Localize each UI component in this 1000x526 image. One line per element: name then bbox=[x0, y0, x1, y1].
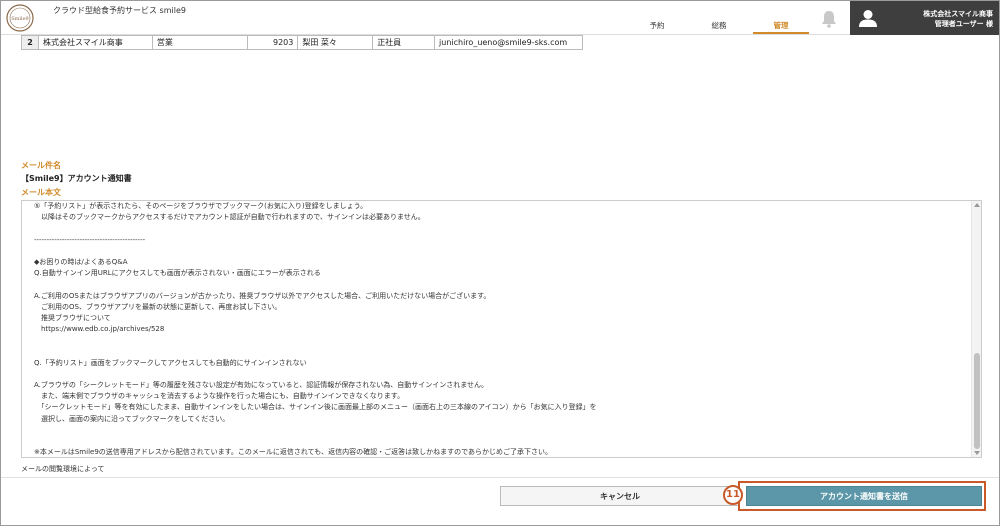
scrollbar[interactable] bbox=[971, 201, 981, 457]
app-title: クラウド型給食予約サービス smile9 bbox=[53, 6, 186, 15]
user-name: 管理者ユーザー 様 bbox=[934, 20, 993, 28]
mail-body-line bbox=[34, 279, 964, 290]
step-badge: 11 bbox=[723, 485, 743, 505]
tab-general-affairs[interactable]: 総務 bbox=[704, 20, 734, 34]
recipient-table: 2 株式会社スマイル商事 営業 9203 梨田 菜々 正社員 junichiro… bbox=[21, 35, 583, 50]
logo-icon[interactable]: Smile9 bbox=[5, 3, 35, 33]
employee-code-cell: 9203 bbox=[247, 35, 299, 50]
tab-management[interactable]: 管理 bbox=[753, 20, 809, 34]
mail-body-line: ⑤「予約リスト」が表示されたら、そのページをブラウザでブックマーク(お気に入り)… bbox=[34, 202, 368, 210]
mail-body-line bbox=[34, 223, 964, 234]
company-cell: 株式会社スマイル商事 bbox=[37, 35, 153, 50]
employment-type-cell: 正社員 bbox=[372, 35, 436, 50]
mail-body-line: 「シークレットモード」等を有効にしたまま、自動サインインをしたい場合は、サインイ… bbox=[34, 403, 597, 412]
department-cell: 営業 bbox=[151, 35, 249, 50]
mail-body-line bbox=[34, 246, 964, 257]
mail-body-text: ⑤「予約リスト」が表示されたら、そのページをブラウザでブックマーク(お気に入り)… bbox=[34, 201, 964, 457]
body-label: メール本文 bbox=[21, 188, 61, 197]
row-number: 2 bbox=[21, 35, 39, 50]
user-info: 株式会社スマイル商事 管理者ユーザー 様 bbox=[923, 9, 993, 29]
mail-body-textarea[interactable]: ⑤「予約リスト」が表示されたら、そのページをブラウザでブックマーク(お気に入り)… bbox=[21, 200, 982, 458]
mail-footnote: メールの閲覧環境によって bbox=[21, 465, 105, 473]
mail-body-line: https://www.edb.co.jp/archives/528 bbox=[34, 325, 165, 334]
user-panel[interactable]: 株式会社スマイル商事 管理者ユーザー 様 bbox=[850, 1, 999, 35]
mail-body-line: Q.「予約リスト」画面をブックマークしてアクセスしても自動的にサインインされない bbox=[34, 358, 307, 367]
mail-body-line: ----------------------------------------… bbox=[34, 235, 146, 244]
scroll-down-icon[interactable] bbox=[974, 451, 980, 455]
subject-value: 【Smile9】アカウント通知書 bbox=[21, 174, 132, 183]
send-account-notice-button[interactable]: アカウント通知書を送信 bbox=[746, 486, 982, 506]
scroll-thumb[interactable] bbox=[974, 353, 980, 449]
cancel-button[interactable]: キャンセル bbox=[500, 486, 740, 506]
table-row: 2 株式会社スマイル商事 営業 9203 梨田 菜々 正社員 junichiro… bbox=[21, 35, 583, 50]
mail-body-line bbox=[34, 436, 964, 447]
mail-body-line: 推奨ブラウザについて bbox=[34, 313, 111, 322]
mail-body-line bbox=[34, 425, 964, 436]
top-header: Smile9 クラウド型給食予約サービス smile9 予約 総務 管理 株式会… bbox=[1, 1, 999, 35]
email-cell: junichiro_ueno@smile9-sks.com bbox=[434, 35, 583, 50]
employee-name-cell: 梨田 菜々 bbox=[297, 35, 374, 50]
bell-icon[interactable] bbox=[819, 9, 839, 29]
mail-body-line: A.ご利用のOSまたはブラウザアプリのバージョンが古かったり、推奨ブラウザ以外で… bbox=[34, 291, 491, 300]
company-name: 株式会社スマイル商事 bbox=[923, 10, 993, 18]
mail-body-line bbox=[34, 335, 964, 346]
mail-body-line: A.ブラウザの「シークレットモード」等の履歴を残さない設定が有効になっていると、… bbox=[34, 381, 489, 389]
mail-body-line: また、端末側でブラウザのキャッシュを消去するような操作を行った場合にも、自動サイ… bbox=[34, 392, 405, 401]
subject-label: メール件名 bbox=[21, 161, 61, 170]
mail-body-line: ◆お困りの時は/よくあるQ&A bbox=[34, 257, 128, 266]
mail-body-line: ご利用のOS、ブラウザアプリを最新の状態に更新して、再度お試し下さい。 bbox=[34, 302, 282, 311]
scroll-up-icon[interactable] bbox=[974, 203, 980, 207]
mail-body-line: Q.自動サインイン用URLにアクセスしても画面が表示されない・画面にエラーが表示… bbox=[34, 269, 321, 278]
app-window: Smile9 クラウド型給食予約サービス smile9 予約 総務 管理 株式会… bbox=[0, 0, 1000, 526]
footer-divider bbox=[1, 477, 999, 478]
tab-reservation[interactable]: 予約 bbox=[642, 20, 672, 34]
mail-body-line: 以降はそのブックマークからアクセスするだけでアカウント認証が自動で行われますので… bbox=[34, 213, 425, 222]
mail-body-line bbox=[34, 369, 964, 380]
mail-body-line: 選択し、画面の案内に沿ってブックマークをしてください。 bbox=[34, 414, 230, 423]
mail-body-line: ※本メールはSmile9の送信専用アドレスから配信されています。このメールに返信… bbox=[34, 448, 553, 457]
mail-body-line bbox=[34, 346, 964, 357]
svg-text:Smile9: Smile9 bbox=[11, 16, 29, 22]
user-avatar-icon bbox=[859, 10, 877, 27]
